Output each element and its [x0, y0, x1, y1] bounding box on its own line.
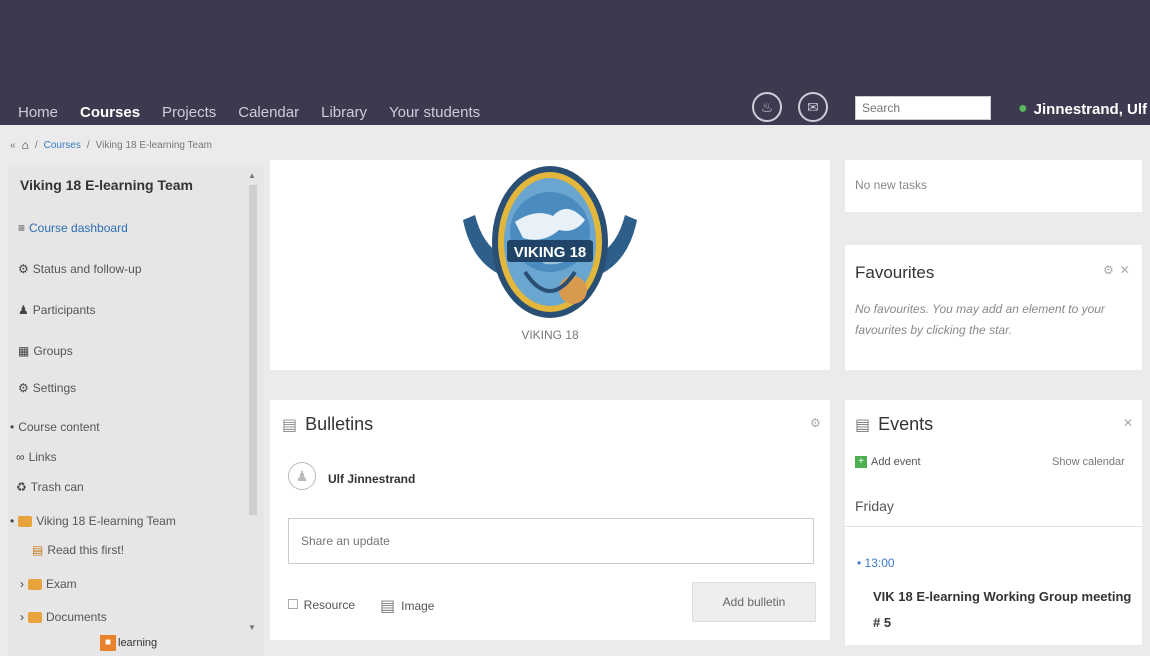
- nav-calendar[interactable]: Calendar: [238, 104, 299, 121]
- sidebar-folder-team[interactable]: • Viking 18 E-learning Team: [10, 514, 176, 528]
- sidebar-folder-documents[interactable]: › Documents: [20, 610, 107, 624]
- event-time[interactable]: • 13:00: [857, 556, 895, 570]
- sidebar-item-learning[interactable]: ■ learning: [100, 635, 157, 651]
- dashboard-icon: ≡: [18, 221, 26, 235]
- scroll-down-icon[interactable]: ▼: [248, 623, 256, 632]
- event-name[interactable]: VIK 18 E-learning Working Group meeting …: [873, 584, 1133, 636]
- folder-icon: [28, 578, 42, 590]
- sidebar-item-trash[interactable]: ♻ Trash can: [16, 480, 84, 494]
- close-icon[interactable]: ✕: [1123, 416, 1133, 430]
- search-input[interactable]: [855, 96, 991, 120]
- bulletin-author: Ulf Jinnestrand: [328, 472, 416, 486]
- nav-home[interactable]: Home: [18, 104, 58, 121]
- logo-text: VIKING 18: [514, 244, 587, 261]
- sidebar-scrollbar[interactable]: ▲ ▼: [245, 171, 259, 641]
- sidebar-item-groups[interactable]: ▦ Groups: [18, 344, 73, 358]
- favourites-title: Favourites: [855, 263, 935, 282]
- nav-library[interactable]: Library: [321, 104, 367, 121]
- course-logo-card: VIKING 18 VIKING 18: [270, 160, 830, 370]
- calendar-page-icon: ▤: [32, 543, 44, 557]
- event-day-heading: Friday: [855, 498, 894, 514]
- sidebar-item-course-dashboard[interactable]: ≡ Course dashboard: [18, 221, 128, 235]
- sidebar-folder-exam[interactable]: › Exam: [20, 577, 77, 591]
- groups-icon: ▦: [18, 344, 30, 358]
- user-menu[interactable]: ● Jinnestrand, Ulf: [1018, 100, 1147, 118]
- bullet-icon: •: [10, 420, 15, 434]
- events-title: ▤ Events: [855, 414, 934, 434]
- add-bulletin-button[interactable]: Add bulletin: [692, 582, 816, 622]
- chevron-right-icon: ›: [20, 610, 24, 624]
- sidebar-item-participants[interactable]: ♟ Participants: [18, 303, 95, 317]
- events-card: ▤ Events ✕ + Add event Show calendar Fri…: [845, 400, 1142, 645]
- divider: [845, 526, 1142, 527]
- sidebar-item-settings[interactable]: ⚙ Settings: [18, 381, 76, 395]
- sidebar-item-status[interactable]: ⚙ Status and follow-up: [18, 262, 142, 276]
- logo-caption: VIKING 18: [521, 328, 579, 342]
- clock-icon: •: [857, 556, 862, 570]
- show-calendar-link[interactable]: Show calendar: [1052, 456, 1125, 468]
- learning-module-icon: ■: [100, 635, 116, 651]
- collapse-icon[interactable]: «: [10, 140, 16, 151]
- status-icon: ⚙: [18, 262, 29, 276]
- sidebar-item-read-this-first[interactable]: ▤ Read this first!: [32, 543, 124, 557]
- document-icon: □: [288, 596, 298, 613]
- notifications-bell-icon[interactable]: ♨: [752, 92, 782, 122]
- favourites-card: Favourites ⚙ ✕ No favourites. You may ad…: [845, 245, 1142, 370]
- add-event-button[interactable]: + Add event: [855, 456, 921, 468]
- top-navigation-bar: Home Courses Projects Calendar Library Y…: [0, 0, 1150, 125]
- favourites-description: No favourites. You may add an element to…: [855, 302, 1105, 337]
- calendar-icon: ▤: [855, 416, 871, 434]
- attach-resource-button[interactable]: □ Resource: [288, 596, 355, 614]
- pin-icon[interactable]: ⚙: [1103, 263, 1114, 277]
- expand-icon: •: [10, 514, 15, 528]
- bulletins-card: ▤ Bulletins ⚙ ♟ Ulf Jinnestrand □ Resour…: [270, 400, 830, 640]
- bulletins-icon: ▤: [282, 416, 298, 434]
- breadcrumb-courses[interactable]: Courses: [44, 140, 81, 151]
- nav-courses[interactable]: Courses: [80, 104, 140, 121]
- breadcrumb-current: Viking 18 E-learning Team: [95, 139, 212, 151]
- link-icon: ∞: [16, 450, 25, 464]
- gear-icon: ⚙: [18, 381, 29, 395]
- attach-image-button[interactable]: ▤ Image: [380, 596, 434, 616]
- tasks-card: No new tasks: [845, 160, 1142, 212]
- messages-icon[interactable]: ✉: [798, 92, 828, 122]
- close-icon[interactable]: ✕: [1120, 263, 1130, 277]
- course-sidebar: Viking 18 E-learning Team ≡ Course dashb…: [8, 165, 264, 656]
- no-tasks-text: No new tasks: [855, 178, 928, 192]
- home-icon[interactable]: ⌂: [22, 138, 29, 152]
- participants-icon: ♟: [18, 303, 29, 317]
- scrollbar-thumb[interactable]: [249, 185, 257, 515]
- share-update-input[interactable]: [288, 518, 814, 564]
- avatar: ♟: [288, 462, 316, 490]
- sidebar-course-title: Viking 18 E-learning Team: [20, 177, 193, 193]
- sidebar-section-course-content[interactable]: • Course content: [10, 420, 100, 434]
- bulletins-title: ▤ Bulletins: [282, 414, 374, 434]
- sidebar-item-links[interactable]: ∞ Links: [16, 450, 57, 464]
- folder-icon: [18, 515, 33, 527]
- image-icon: ▤: [380, 598, 396, 615]
- chevron-right-icon: ›: [20, 577, 24, 591]
- trash-icon: ♻: [16, 480, 27, 494]
- viking-18-logo: VIKING 18: [463, 166, 637, 318]
- scroll-up-icon[interactable]: ▲: [248, 171, 256, 180]
- user-icon: ●: [1018, 100, 1028, 117]
- favourites-actions: ⚙ ✕: [1103, 263, 1130, 277]
- plus-icon: +: [855, 456, 867, 468]
- nav-projects[interactable]: Projects: [162, 104, 216, 121]
- breadcrumb: « ⌂ / Courses / Viking 18 E-learning Tea…: [10, 138, 212, 152]
- nav-your-students[interactable]: Your students: [389, 104, 480, 121]
- user-name: Jinnestrand, Ulf: [1033, 100, 1148, 118]
- folder-icon: [28, 611, 42, 623]
- pin-icon[interactable]: ⚙: [810, 416, 821, 430]
- main-nav: Home Courses Projects Calendar Library Y…: [18, 104, 480, 121]
